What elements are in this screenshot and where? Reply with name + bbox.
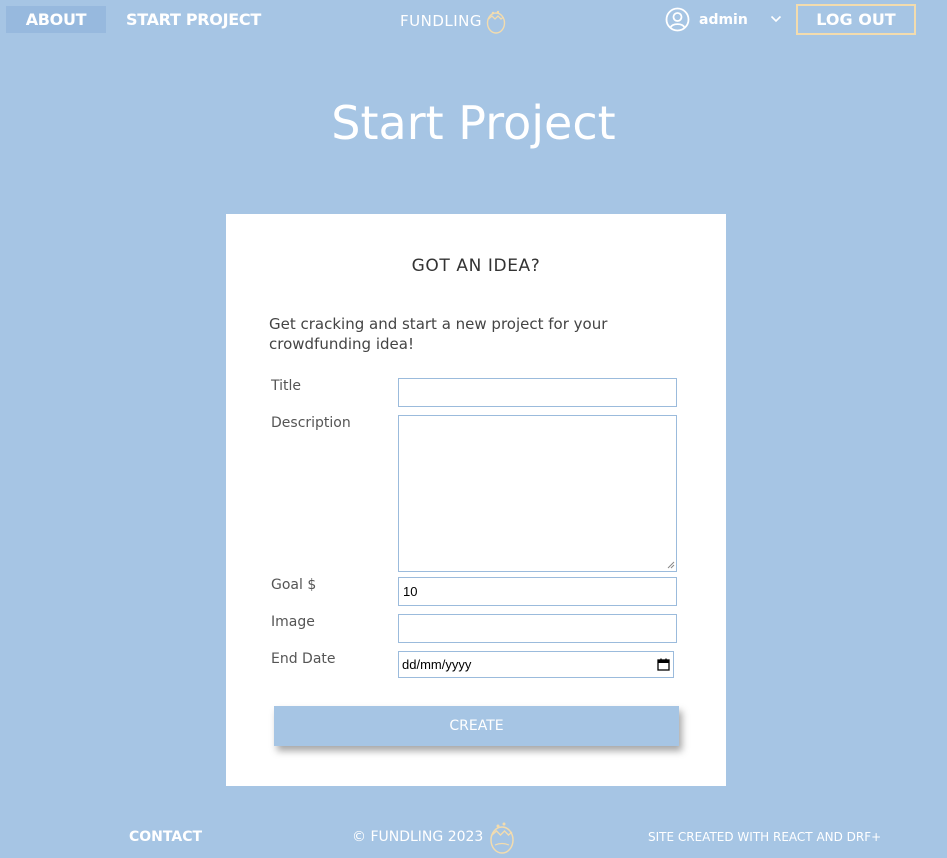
project-form-card: GOT AN IDEA? Get cracking and start a ne… — [226, 214, 726, 786]
user-menu[interactable]: admin — [665, 6, 782, 33]
card-title: GOT AN IDEA? — [411, 256, 541, 276]
chevron-down-icon[interactable] — [770, 15, 782, 23]
title-input[interactable] — [398, 378, 677, 407]
egg-logo-icon — [490, 822, 515, 854]
image-label: Image — [271, 614, 315, 630]
create-button[interactable]: CREATE — [274, 706, 679, 746]
footer-copyright: © FUNDLING 2023 — [352, 820, 515, 854]
description-textarea[interactable] — [398, 415, 677, 572]
description-label: Description — [271, 415, 351, 431]
calendar-icon[interactable] — [657, 658, 670, 671]
copyright-text: © FUNDLING 2023 — [352, 829, 484, 845]
username-label: admin — [699, 11, 748, 28]
footer-credit: SITE CREATED WITH REACT AND DRF+ — [648, 830, 882, 844]
image-input[interactable] — [398, 614, 677, 643]
footer-contact-link[interactable]: CONTACT — [129, 829, 202, 845]
user-circle-icon — [665, 7, 690, 32]
end-date-label: End Date — [271, 651, 336, 667]
egg-logo-icon — [486, 10, 506, 34]
card-intro-text: Get cracking and start a new project for… — [269, 315, 608, 353]
logout-button[interactable]: LOG OUT — [796, 4, 916, 35]
goal-input[interactable] — [398, 577, 677, 606]
goal-label: Goal $ — [271, 577, 317, 593]
nav-start-project-link[interactable]: START PROJECT — [126, 6, 261, 33]
logo-text: FUNDLING — [400, 12, 483, 30]
resize-grip-icon[interactable] — [666, 560, 675, 569]
page-title: Start Project — [331, 96, 616, 150]
site-logo[interactable]: FUNDLING — [400, 8, 506, 34]
title-label: Title — [271, 378, 302, 394]
end-date-placeholder: dd/mm/yyyy — [402, 657, 472, 672]
nav-about-link[interactable]: ABOUT — [6, 6, 106, 33]
top-nav: ABOUT START PROJECT FUNDLING admin LOG O… — [0, 0, 947, 38]
end-date-input[interactable]: dd/mm/yyyy — [398, 651, 674, 678]
